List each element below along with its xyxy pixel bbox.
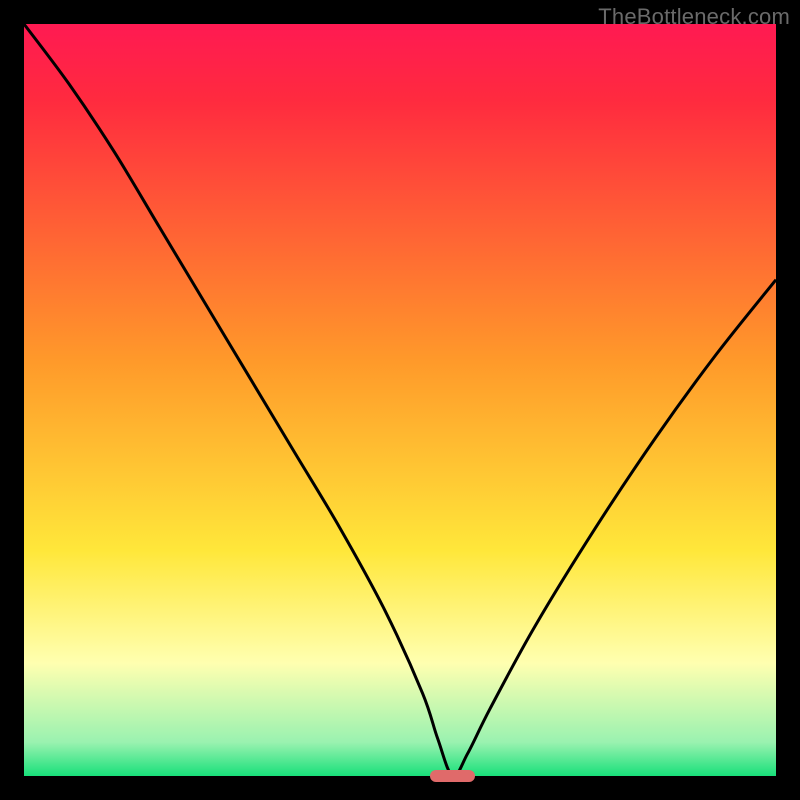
- outer-frame: TheBottleneck.com: [0, 0, 800, 800]
- plot-area: [24, 24, 776, 776]
- bottleneck-curve: [24, 24, 776, 776]
- balanced-point-marker: [430, 770, 475, 782]
- bottleneck-curve-path: [24, 24, 776, 776]
- watermark-text: TheBottleneck.com: [598, 4, 790, 30]
